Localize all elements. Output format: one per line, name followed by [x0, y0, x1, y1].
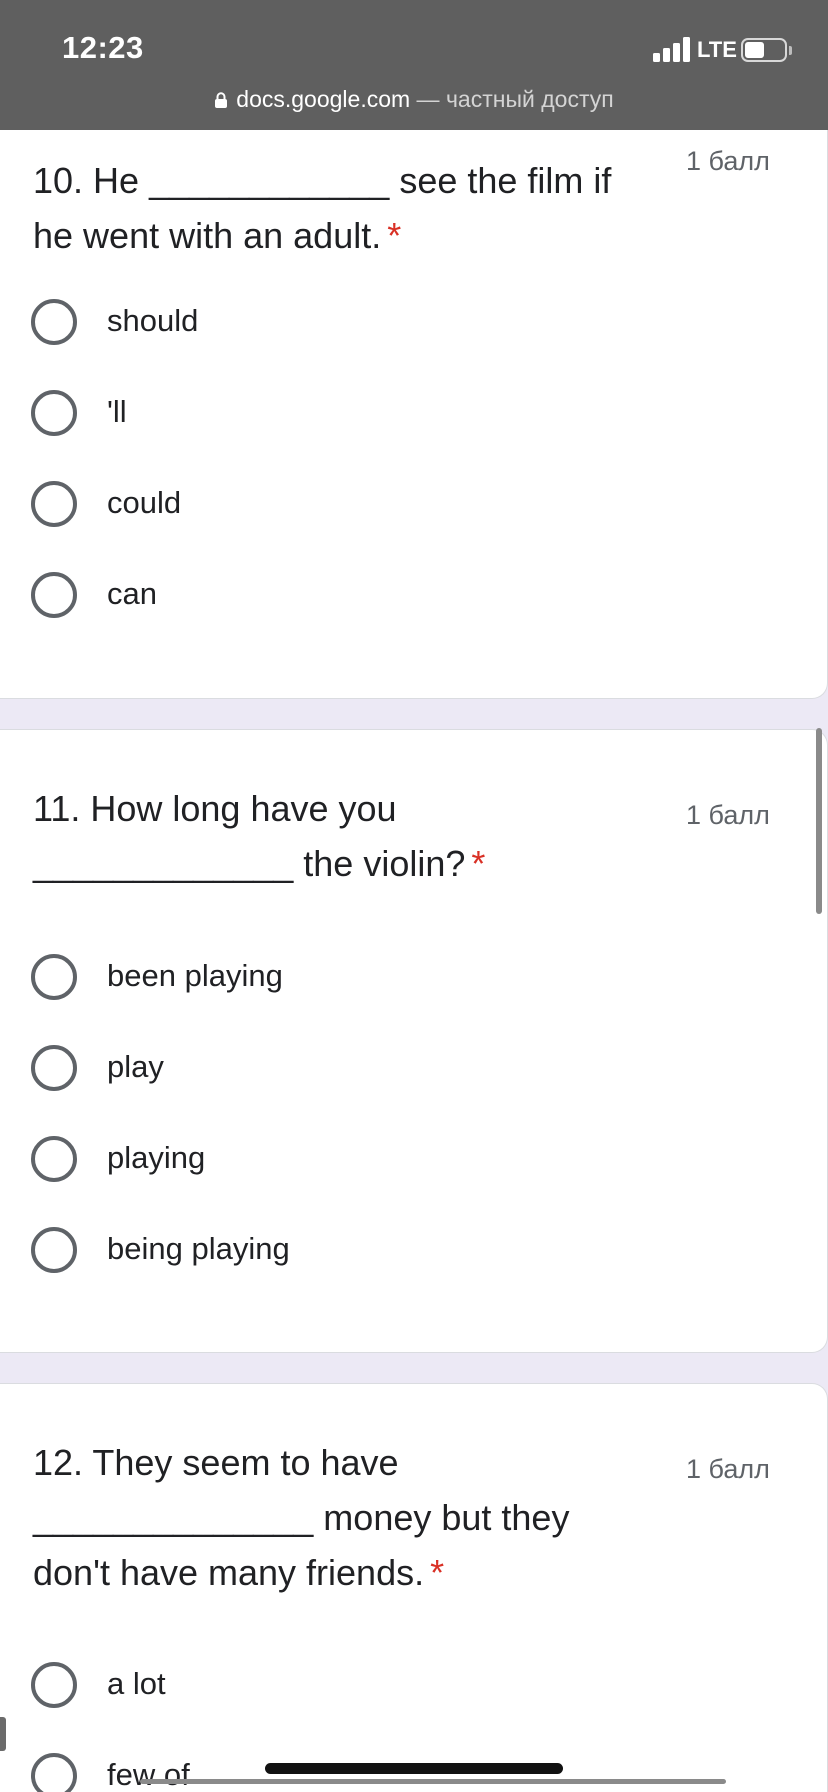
option-label: few of: [107, 1757, 190, 1792]
question-card-10: 10. He ____________ see the film if he w…: [0, 130, 828, 699]
points-label: 1 балл: [686, 146, 770, 176]
option-should[interactable]: should: [31, 297, 631, 347]
signal-strength-icon: [653, 36, 691, 62]
option-label: a lot: [107, 1666, 166, 1701]
points-label: 1 балл: [686, 1454, 770, 1484]
option-playing[interactable]: playing: [31, 1134, 631, 1184]
question-text: 12. They seem to have ______________ mon…: [33, 1442, 570, 1593]
url-domain: docs.google.com: [236, 86, 411, 112]
option-can[interactable]: can: [31, 570, 631, 620]
radio-button[interactable]: [31, 481, 77, 527]
option-label: can: [107, 576, 157, 611]
radio-button[interactable]: [31, 390, 77, 436]
question-title: 11. How long have you _____________ the …: [33, 781, 653, 891]
question-title: 12. They seem to have ______________ mon…: [33, 1435, 653, 1600]
option-label: should: [107, 303, 199, 338]
option-label: being playing: [107, 1231, 290, 1266]
option-label: been playing: [107, 958, 283, 993]
radio-button[interactable]: [31, 1227, 77, 1273]
option-being-playing[interactable]: being playing: [31, 1225, 631, 1275]
option-a-lot[interactable]: a lot: [31, 1660, 631, 1710]
radio-button[interactable]: [31, 1753, 77, 1792]
vertical-scrollbar[interactable]: [816, 728, 822, 914]
radio-button[interactable]: [31, 1045, 77, 1091]
horizontal-scrollbar[interactable]: [140, 1779, 726, 1784]
home-indicator[interactable]: [265, 1763, 563, 1774]
option-been-playing[interactable]: been playing: [31, 952, 631, 1002]
radio-button[interactable]: [31, 954, 77, 1000]
question-title: 10. He ____________ see the film if he w…: [33, 153, 653, 263]
option-label: could: [107, 485, 182, 520]
required-asterisk: *: [387, 215, 402, 256]
battery-icon: [741, 38, 792, 62]
option-label: 'll: [107, 394, 127, 429]
radio-button[interactable]: [31, 299, 77, 345]
edge-handle: [0, 1717, 6, 1751]
question-card-11: 11. How long have you _____________ the …: [0, 729, 828, 1353]
option-label: play: [107, 1049, 164, 1084]
points-label: 1 балл: [686, 800, 770, 830]
clock: 12:23: [62, 30, 144, 65]
radio-button[interactable]: [31, 572, 77, 618]
lock-icon: [215, 92, 228, 108]
question-card-12: 12. They seem to have ______________ mon…: [0, 1383, 828, 1792]
option-play[interactable]: play: [31, 1043, 631, 1093]
required-asterisk: *: [471, 843, 486, 884]
status-bar: 12:23 LTE docs.google.com — частный дост…: [0, 0, 828, 133]
question-text: 11. How long have you _____________ the …: [33, 788, 466, 884]
option-could[interactable]: could: [31, 479, 631, 529]
address-bar[interactable]: docs.google.com — частный доступ: [0, 86, 828, 113]
required-asterisk: *: [430, 1552, 445, 1593]
option-label: playing: [107, 1140, 206, 1175]
url-access-note: — частный доступ: [410, 86, 614, 112]
network-type: LTE: [697, 37, 737, 62]
radio-button[interactable]: [31, 1136, 77, 1182]
option-ll[interactable]: 'll: [31, 388, 631, 438]
question-text: 10. He ____________ see the film if he w…: [33, 160, 612, 256]
radio-button[interactable]: [31, 1662, 77, 1708]
